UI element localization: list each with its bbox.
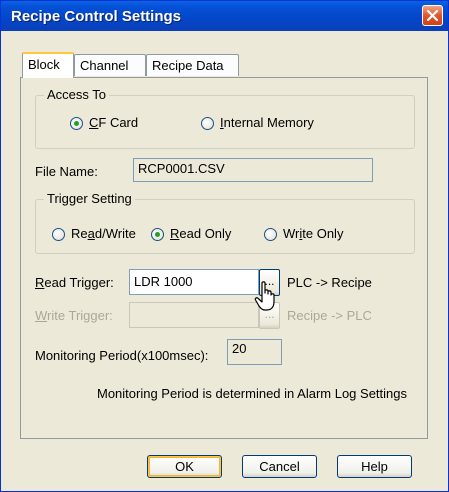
tab-recipe-data[interactable]: Recipe Data: [146, 54, 239, 76]
file-name-label: File Name:: [35, 164, 98, 179]
access-to-legend: Access To: [44, 87, 110, 102]
trigger-setting-group: Trigger Setting Read/Write Read Only Wri…: [35, 191, 415, 254]
recipe-control-settings-dialog: Recipe Control Settings Block Channel Re…: [0, 0, 449, 492]
read-trigger-value: LDR 1000: [134, 274, 193, 289]
title-bar[interactable]: Recipe Control Settings: [1, 1, 448, 31]
tab-channel[interactable]: Channel: [74, 54, 146, 76]
write-trigger-direction: Recipe -> PLC: [287, 308, 372, 323]
close-icon: [427, 10, 438, 21]
read-write-radio[interactable]: [52, 228, 65, 241]
read-only-radio[interactable]: [151, 228, 164, 241]
tab-channel-label: Channel: [80, 58, 129, 73]
write-only-label[interactable]: Write Only: [283, 226, 343, 241]
monitoring-period-note: Monitoring Period is determined in Alarm…: [97, 386, 407, 401]
ok-button[interactable]: OK: [147, 455, 222, 478]
write-trigger-label: Write Trigger:: [35, 308, 113, 323]
file-name-value: RCP0001.CSV: [138, 161, 225, 176]
file-name-field: RCP0001.CSV: [133, 158, 373, 182]
write-only-radio[interactable]: [264, 228, 277, 241]
block-tab-panel: Access To CF Card Internal Memory File N…: [20, 77, 428, 439]
read-write-label[interactable]: Read/Write: [71, 226, 136, 241]
read-trigger-input[interactable]: LDR 1000: [129, 269, 259, 295]
monitoring-period-label: Monitoring Period(x100msec):: [35, 348, 209, 363]
trigger-setting-legend: Trigger Setting: [44, 191, 135, 206]
internal-memory-label[interactable]: Internal Memory: [220, 115, 314, 130]
monitoring-period-value: 20: [232, 341, 247, 356]
cancel-button[interactable]: Cancel: [242, 455, 317, 478]
internal-memory-radio[interactable]: [201, 117, 214, 130]
mouse-cursor-icon: [254, 281, 275, 311]
read-trigger-direction: PLC -> Recipe: [287, 275, 372, 290]
close-button[interactable]: [422, 5, 443, 26]
read-only-label[interactable]: Read Only: [170, 226, 231, 241]
window-title: Recipe Control Settings: [11, 8, 182, 25]
help-button[interactable]: Help: [337, 455, 412, 478]
tab-block-label: Block: [28, 57, 60, 72]
access-to-group: Access To CF Card Internal Memory: [35, 87, 415, 149]
cf-card-radio[interactable]: [70, 117, 83, 130]
tab-recipe-data-label: Recipe Data: [152, 58, 224, 73]
cf-card-label[interactable]: CF Card: [89, 115, 138, 130]
tab-block[interactable]: Block: [22, 52, 74, 78]
read-trigger-label: Read Trigger:: [35, 275, 114, 290]
monitoring-period-field: 20: [227, 339, 282, 365]
write-trigger-input: [129, 302, 259, 328]
